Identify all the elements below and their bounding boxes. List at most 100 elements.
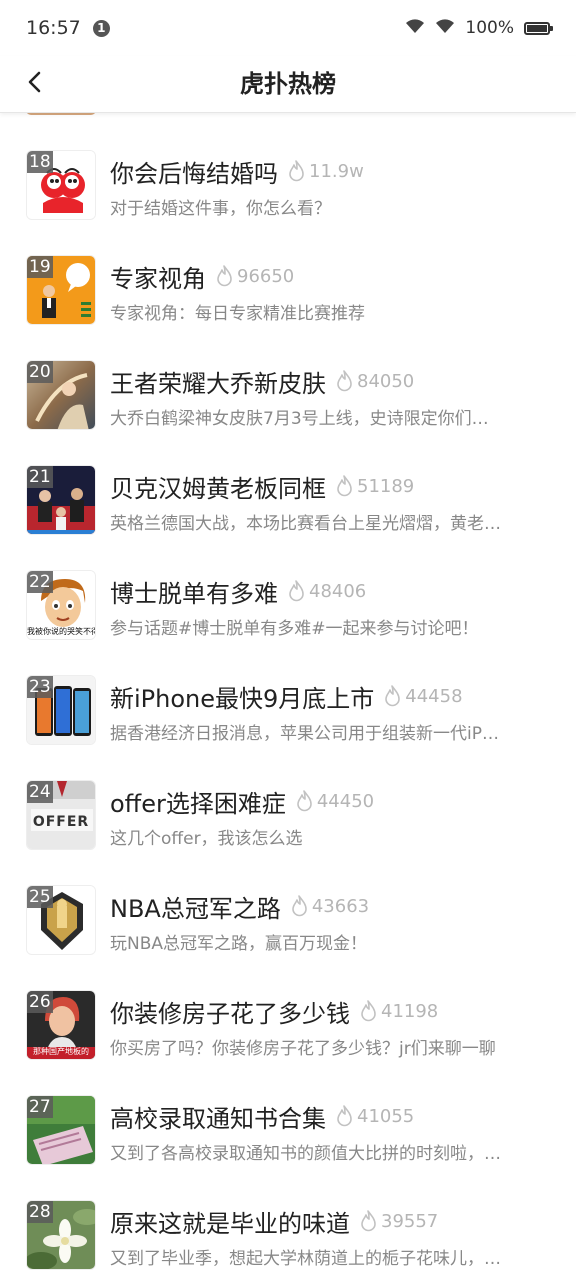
item-title: NBA总冠军之路 [110, 894, 281, 923]
title-line: NBA总冠军之路 43663 [110, 889, 556, 923]
list-item[interactable]: 24 OFFER offer选择困难症 44450 这几个offer，我该怎么选 [0, 780, 576, 885]
rank-badge: 18 [27, 151, 53, 173]
title-line: 你装修房子花了多少钱 41198 [110, 994, 556, 1028]
item-title: 王者荣耀大乔新皮肤 [110, 369, 326, 398]
fire-icon [360, 1000, 377, 1022]
title-line: 你会后悔结婚吗 11.9w [110, 154, 556, 188]
fire-icon [291, 895, 308, 917]
status-right: 100% [405, 18, 553, 39]
list-item[interactable]: 19 专家视角 96650 专家视角：每日专家精准比赛推荐 [0, 255, 576, 360]
list-item-thumbnail: 23 [26, 675, 96, 745]
list-item[interactable]: 23 新iPhone最快9月底上市 44458 据香港经济日报消息，苹果公司用于… [0, 675, 576, 780]
fire-icon [336, 1105, 353, 1127]
item-description: 玩NBA总冠军之路，赢百万现金！ [110, 934, 368, 954]
title-line: 新iPhone最快9月底上市 44458 [110, 679, 556, 713]
page-title: 虎扑热榜 [240, 70, 336, 98]
item-title: 博士脱单有多难 [110, 579, 278, 608]
item-description: 参与话题#博士脱单有多难#一起来参与讨论吧！ [110, 619, 479, 639]
list-item-thumbnail: 26 那种国产地板的 [26, 990, 96, 1060]
previous-item-thumbnail-peek [26, 113, 96, 115]
rank-badge: 28 [27, 1201, 53, 1223]
fire-icon [216, 265, 233, 287]
back-button[interactable] [14, 64, 54, 104]
item-title: 高校录取通知书合集 [110, 1104, 326, 1133]
item-description: 专家视角：每日专家精准比赛推荐 [110, 304, 365, 324]
wifi-icon-secondary [435, 18, 455, 39]
list-item-thumbnail: 25 [26, 885, 96, 955]
heat-count: 96650 [237, 265, 295, 287]
nav-bar: 虎扑热榜 [0, 56, 576, 113]
item-title: 贝克汉姆黄老板同框 [110, 474, 326, 503]
heat-count: 11.9w [309, 160, 364, 182]
rank-badge: 24 [27, 781, 53, 803]
list-item-thumbnail: 24 OFFER [26, 780, 96, 850]
title-line: 原来这就是毕业的味道 39557 [110, 1204, 556, 1238]
list-item[interactable]: 22 我被你说的哭笑不得 博士脱单有多难 48406 参与话题#博士脱单有多难#… [0, 570, 576, 675]
fire-icon [384, 685, 401, 707]
status-bar: 16:57 1 100% [0, 0, 576, 56]
rank-badge: 23 [27, 676, 53, 698]
thumbnail-caption: 我被你说的哭笑不得 [27, 627, 96, 636]
title-line: 博士脱单有多难 48406 [110, 574, 556, 608]
list-item-thumbnail: 27 [26, 1095, 96, 1165]
item-description: 对于结婚这件事，你怎么看？ [110, 199, 331, 219]
heat-count: 84050 [357, 370, 415, 392]
list-item[interactable]: 20 王者荣耀大乔新皮肤 84050 大乔白鹤梁神女皮肤7月3号上线，史诗限定你… [0, 360, 576, 465]
title-line: 王者荣耀大乔新皮肤 84050 [110, 364, 556, 398]
list-item-thumbnail: 20 [26, 360, 96, 430]
rank-badge: 25 [27, 886, 53, 908]
rank-badge: 21 [27, 466, 53, 488]
status-time: 16:57 [26, 17, 81, 39]
item-description: 你买房了吗？你装修房子花了多少钱？jr们来聊一聊 [110, 1039, 496, 1059]
chevron-left-icon [26, 71, 42, 97]
fire-icon [288, 160, 305, 182]
fire-icon [296, 790, 313, 812]
thumbnail-caption: OFFER [32, 814, 90, 830]
list-item[interactable]: 26 那种国产地板的 你装修房子花了多少钱 41198 你买房了吗？你装修房子花… [0, 990, 576, 1095]
heat-count: 43663 [311, 895, 370, 917]
item-title: offer选择困难症 [110, 789, 286, 818]
list-item[interactable]: 18 你会后悔结婚吗 11.9w 对于结婚这件事，你怎么看？ [0, 150, 576, 255]
item-description: 英格兰德国大战，本场比赛看台上星光熠熠，黄老… [110, 514, 501, 534]
list-item[interactable]: 28 原来这就是毕业的味道 39557 又到了毕业季，想起大学林荫道上的栀子花味… [0, 1200, 576, 1280]
list-item[interactable]: 21 贝克汉姆黄老板同框 51189 英格兰德国大战，本场比赛看台上星光熠熠，黄… [0, 465, 576, 570]
list-item-thumbnail: 21 [26, 465, 96, 535]
heat-count: 41055 [357, 1105, 415, 1127]
list-item[interactable]: 27 高校录取通知书合集 41055 又到了各高校录取通知书的颜值大比拼的时刻啦… [0, 1095, 576, 1200]
notification-count-badge: 1 [92, 19, 110, 37]
fire-icon [288, 580, 305, 602]
list-item[interactable]: 25 NBA总冠军之路 43663 玩NBA总冠军之路，赢百万现金！ [0, 885, 576, 990]
item-title: 你装修房子花了多少钱 [110, 999, 350, 1028]
thumbnail-caption: 那种国产地板的 [33, 1047, 89, 1056]
title-line: offer选择困难症 44450 [110, 784, 556, 818]
title-line: 专家视角 96650 [110, 259, 556, 293]
heat-count: 41198 [381, 1000, 439, 1022]
fire-icon [336, 370, 353, 392]
wifi-icon [405, 18, 425, 39]
rank-badge: 22 [27, 571, 53, 593]
item-description: 又到了各高校录取通知书的颜值大比拼的时刻啦，… [110, 1144, 501, 1164]
item-title: 你会后悔结婚吗 [110, 159, 278, 188]
fire-icon [360, 1210, 377, 1232]
item-description: 又到了毕业季，想起大学林荫道上的栀子花味儿，… [110, 1249, 501, 1269]
heat-count: 44450 [316, 790, 375, 812]
item-title: 原来这就是毕业的味道 [110, 1209, 350, 1238]
battery-icon [524, 21, 553, 35]
heat-count: 44458 [405, 685, 463, 707]
item-title: 新iPhone最快9月底上市 [110, 684, 375, 713]
item-description: 据香港经济日报消息，苹果公司用于组装新一代iP… [110, 724, 499, 744]
rank-badge: 26 [27, 991, 53, 1013]
list-item-thumbnail: 28 [26, 1200, 96, 1270]
hot-list[interactable]: 18 你会后悔结婚吗 11.9w 对于结婚这件事，你怎么看？ 19 专家视角 9… [0, 113, 576, 1280]
rank-badge: 20 [27, 361, 53, 383]
status-left: 16:57 1 [26, 17, 110, 39]
title-line: 贝克汉姆黄老板同框 51189 [110, 469, 556, 503]
item-description: 这几个offer，我该怎么选 [110, 829, 303, 849]
list-item-thumbnail: 19 [26, 255, 96, 325]
heat-count: 48406 [309, 580, 367, 602]
heat-count: 51189 [357, 475, 415, 497]
list-item-thumbnail: 18 [26, 150, 96, 220]
rank-badge: 27 [27, 1096, 53, 1118]
rank-badge: 19 [27, 256, 53, 278]
fire-icon [336, 475, 353, 497]
